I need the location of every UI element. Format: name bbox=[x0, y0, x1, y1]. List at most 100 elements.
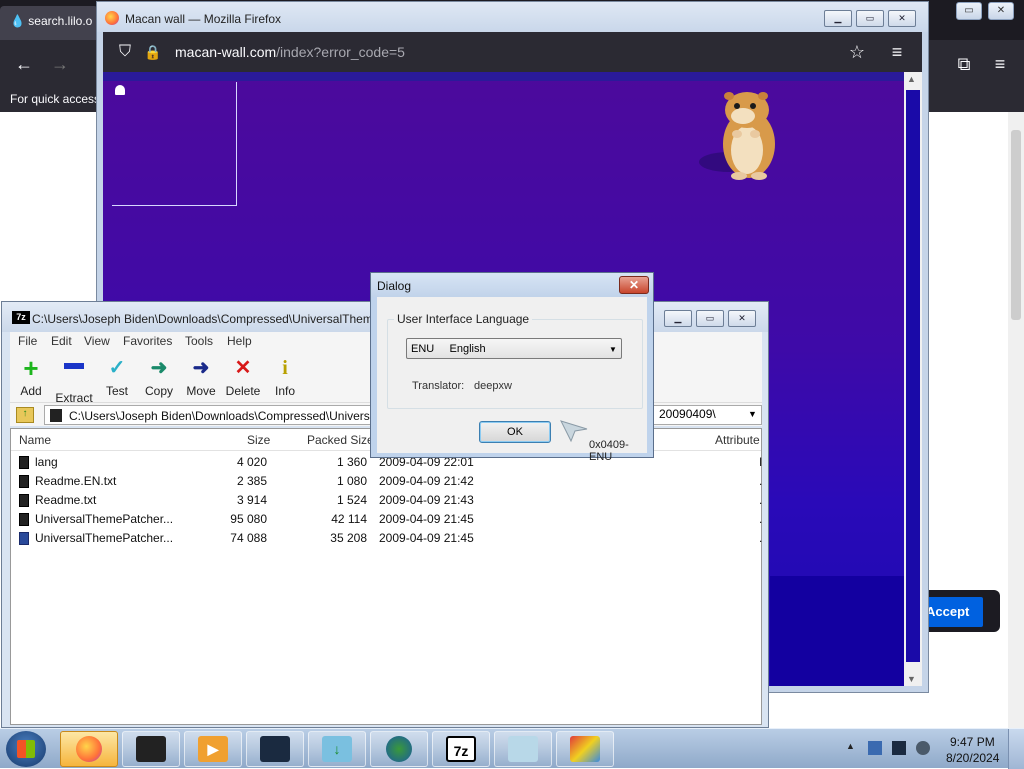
taskbar-paint[interactable] bbox=[556, 731, 614, 767]
file-modified: 2009-04-09 21:45 bbox=[379, 512, 474, 526]
file-modified: 2009-04-09 21:45 bbox=[379, 531, 474, 545]
up-folder-icon[interactable]: ↑ bbox=[16, 407, 34, 423]
firefox-scrollbar-thumb[interactable] bbox=[906, 90, 920, 662]
extract-button[interactable]: Extract bbox=[53, 354, 95, 405]
menu-help[interactable]: Help bbox=[227, 334, 252, 348]
show-desktop-button[interactable] bbox=[1008, 729, 1024, 769]
scroll-down-icon[interactable]: ▼ bbox=[907, 674, 916, 684]
taskbar-idm[interactable] bbox=[370, 731, 428, 767]
selected-language: ENU English bbox=[411, 343, 486, 355]
restore-button[interactable]: ▭ bbox=[956, 2, 982, 20]
file-packed-size: 42 114 bbox=[331, 512, 367, 526]
ok-button[interactable]: OK bbox=[479, 421, 551, 443]
shield-icon[interactable]: ⛉ bbox=[113, 40, 137, 64]
display-icon[interactable] bbox=[892, 741, 906, 755]
maximize-button[interactable]: ▭ bbox=[856, 10, 884, 27]
menu-favorites[interactable]: Favorites bbox=[123, 334, 172, 348]
extensions-icon[interactable]: ⧉ bbox=[952, 52, 976, 76]
file-size: 2 385 bbox=[236, 474, 267, 488]
close-button[interactable]: ✕ bbox=[619, 276, 649, 294]
table-row[interactable]: UniversalThemePatcher... 74 088 35 208 2… bbox=[11, 529, 762, 548]
language-select[interactable]: ENU English ▼ bbox=[406, 338, 622, 359]
close-button[interactable]: ✕ bbox=[988, 2, 1014, 20]
minimize-button[interactable]: ▁ bbox=[664, 310, 692, 327]
start-button[interactable] bbox=[6, 731, 46, 767]
ghost-icon bbox=[115, 85, 125, 95]
file-size: 74 088 bbox=[230, 531, 267, 545]
column-size[interactable]: Size bbox=[247, 433, 270, 447]
test-button[interactable]: ✓ Test bbox=[96, 354, 138, 400]
menu-tools[interactable]: Tools bbox=[185, 334, 213, 348]
group-label: User Interface Language bbox=[394, 312, 533, 326]
scroll-up-icon[interactable]: ▲ bbox=[907, 74, 916, 84]
bookmarks-hint: For quick access bbox=[10, 92, 101, 106]
table-row[interactable]: Readme.txt 3 914 1 524 2009-04-09 21:43 … bbox=[11, 491, 762, 510]
menu-icon[interactable]: ≡ bbox=[885, 40, 909, 64]
file-attribute: . bbox=[759, 512, 763, 526]
taskbar-notepad[interactable] bbox=[494, 731, 552, 767]
menu-file[interactable]: File bbox=[18, 334, 37, 348]
move-label: Move bbox=[186, 384, 216, 398]
file-size: 95 080 bbox=[230, 512, 267, 526]
minimize-button[interactable]: ▁ bbox=[824, 10, 852, 27]
address-text: C:\Users\Joseph Biden\Downloads\Compress… bbox=[69, 409, 377, 423]
taskbar-downloader[interactable]: ↓ bbox=[308, 731, 366, 767]
background-tab[interactable]: 💧 search.lilo.o bbox=[0, 6, 98, 40]
file-size: 3 914 bbox=[236, 493, 267, 507]
text-file-icon bbox=[19, 494, 29, 507]
globe-icon bbox=[386, 736, 412, 762]
table-row[interactable]: UniversalThemePatcher... 95 080 42 114 2… bbox=[11, 510, 763, 529]
add-label: Add bbox=[20, 384, 42, 398]
translator-value: deepxw bbox=[474, 380, 512, 392]
close-button[interactable]: ✕ bbox=[728, 310, 756, 327]
file-size: 4 020 bbox=[236, 455, 267, 469]
windows-logo-icon bbox=[17, 740, 35, 758]
info-button[interactable]: i Info bbox=[264, 354, 306, 400]
add-button[interactable]: + Add bbox=[10, 354, 52, 400]
language-dialog: Dialog ✕ User Interface Language ENU Eng… bbox=[370, 272, 654, 463]
firefox-url-bar[interactable]: ⛉ 🔒 macan-wall.com/index?error_code=5 ☆ … bbox=[103, 32, 922, 72]
column-attributes[interactable]: Attribute bbox=[715, 433, 760, 447]
close-button[interactable]: ✕ bbox=[888, 10, 916, 27]
file-list: Name Size Packed Size Attribute lang 4 0… bbox=[10, 428, 762, 725]
taskbar-media-player[interactable]: ▶ bbox=[184, 731, 242, 767]
move-button[interactable]: ➜ Move bbox=[180, 354, 222, 400]
column-name[interactable]: Name bbox=[19, 433, 51, 447]
file-packed-size: 1 360 bbox=[336, 455, 367, 469]
table-row[interactable]: Readme.EN.txt 2 385 1 080 2009-04-09 21:… bbox=[11, 472, 763, 491]
info-label: Info bbox=[274, 384, 295, 398]
info-icon: i bbox=[282, 357, 288, 379]
forward-arrow-icon[interactable]: → bbox=[48, 52, 72, 76]
test-label: Test bbox=[105, 384, 128, 398]
taskbar-terminal[interactable] bbox=[122, 731, 180, 767]
firefox-window-title: Macan wall — Mozilla Firefox bbox=[125, 12, 282, 26]
accept-button[interactable]: Accept bbox=[922, 597, 983, 627]
background-scrollbar-thumb[interactable] bbox=[1011, 130, 1021, 320]
menu-view[interactable]: View bbox=[84, 334, 110, 348]
back-arrow-icon[interactable]: ← bbox=[12, 52, 36, 76]
column-packed-size[interactable]: Packed Size bbox=[307, 433, 374, 447]
url-text[interactable]: macan-wall.com/index?error_code=5 bbox=[175, 44, 405, 60]
file-attribute: . bbox=[759, 474, 763, 488]
bookmark-star-icon[interactable]: ☆ bbox=[845, 40, 869, 64]
file-packed-size: 1 080 bbox=[336, 474, 367, 488]
volume-icon[interactable] bbox=[916, 741, 930, 755]
taskbar-7zip[interactable]: 7z bbox=[432, 731, 490, 767]
language-group: User Interface Language ENU English ▼ Tr… bbox=[387, 312, 643, 409]
copy-button[interactable]: ➜ Copy bbox=[138, 354, 180, 400]
menu-edit[interactable]: Edit bbox=[51, 334, 72, 348]
delete-button[interactable]: ✕ Delete bbox=[222, 354, 264, 400]
taskbar-monitor[interactable] bbox=[246, 731, 304, 767]
tray-expand-icon[interactable]: ▲ bbox=[846, 741, 855, 751]
taskbar-firefox[interactable] bbox=[60, 731, 118, 767]
maximize-button[interactable]: ▭ bbox=[696, 310, 724, 327]
lock-icon[interactable]: 🔒 bbox=[141, 40, 165, 64]
address-tail: 20090409\ bbox=[655, 407, 716, 421]
menu-icon[interactable]: ≡ bbox=[988, 52, 1012, 76]
network-icon[interactable] bbox=[868, 741, 882, 755]
clock-date[interactable]: 8/20/2024 bbox=[946, 751, 999, 765]
address-dropdown-icon[interactable]: ▼ bbox=[748, 409, 757, 419]
clock-time[interactable]: 9:47 PM bbox=[950, 735, 995, 749]
file-packed-size: 35 208 bbox=[330, 531, 367, 545]
sevenzip-window-title: C:\Users\Joseph Biden\Downloads\Compress… bbox=[32, 312, 372, 326]
